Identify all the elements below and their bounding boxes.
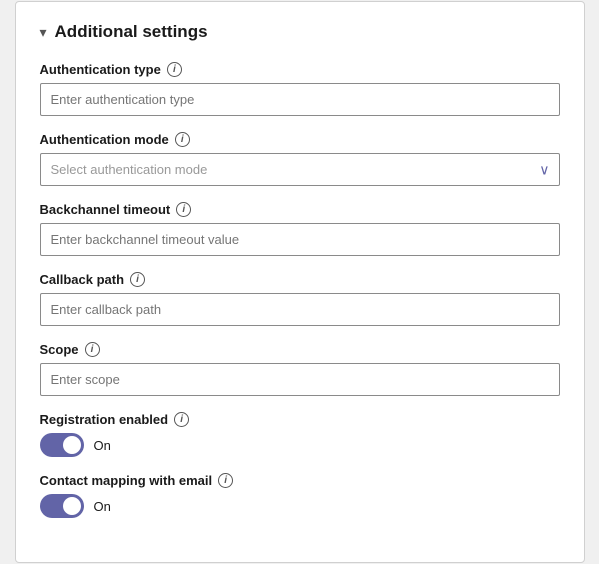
registration-toggle-row: On xyxy=(40,433,560,457)
auth-type-input[interactable] xyxy=(40,83,560,116)
auth-type-info-icon[interactable]: i xyxy=(167,62,182,77)
contact-mapping-toggle-label: On xyxy=(94,499,111,514)
backchannel-timeout-info-icon[interactable]: i xyxy=(176,202,191,217)
auth-type-label: Authentication type i xyxy=(40,62,560,77)
callback-path-label: Callback path i xyxy=(40,272,560,287)
auth-mode-field: Authentication mode i Select authenticat… xyxy=(40,132,560,186)
auth-mode-select-wrapper: Select authentication mode ∨ xyxy=(40,153,560,186)
registration-toggle-slider xyxy=(40,433,84,457)
registration-toggle-label: On xyxy=(94,438,111,453)
scope-input[interactable] xyxy=(40,363,560,396)
contact-mapping-toggle-row: On xyxy=(40,494,560,518)
contact-mapping-info-icon[interactable]: i xyxy=(218,473,233,488)
backchannel-timeout-label: Backchannel timeout i xyxy=(40,202,560,217)
scope-field: Scope i xyxy=(40,342,560,396)
registration-enabled-field: Registration enabled i On xyxy=(40,412,560,457)
callback-path-field: Callback path i xyxy=(40,272,560,326)
registration-toggle[interactable] xyxy=(40,433,84,457)
registration-enabled-label: Registration enabled i xyxy=(40,412,560,427)
callback-path-info-icon[interactable]: i xyxy=(130,272,145,287)
auth-mode-select[interactable]: Select authentication mode xyxy=(40,153,560,186)
additional-settings-card: ▾ Additional settings Authentication typ… xyxy=(15,1,585,563)
contact-mapping-label: Contact mapping with email i xyxy=(40,473,560,488)
scope-label: Scope i xyxy=(40,342,560,357)
contact-mapping-toggle-slider xyxy=(40,494,84,518)
section-header: ▾ Additional settings xyxy=(40,22,560,42)
contact-mapping-field: Contact mapping with email i On xyxy=(40,473,560,518)
section-title: Additional settings xyxy=(55,22,208,42)
registration-enabled-info-icon[interactable]: i xyxy=(174,412,189,427)
callback-path-input[interactable] xyxy=(40,293,560,326)
scope-info-icon[interactable]: i xyxy=(85,342,100,357)
auth-type-field: Authentication type i xyxy=(40,62,560,116)
backchannel-timeout-field: Backchannel timeout i xyxy=(40,202,560,256)
backchannel-timeout-input[interactable] xyxy=(40,223,560,256)
auth-mode-label: Authentication mode i xyxy=(40,132,560,147)
contact-mapping-toggle[interactable] xyxy=(40,494,84,518)
collapse-chevron-icon[interactable]: ▾ xyxy=(40,24,47,41)
auth-mode-info-icon[interactable]: i xyxy=(175,132,190,147)
